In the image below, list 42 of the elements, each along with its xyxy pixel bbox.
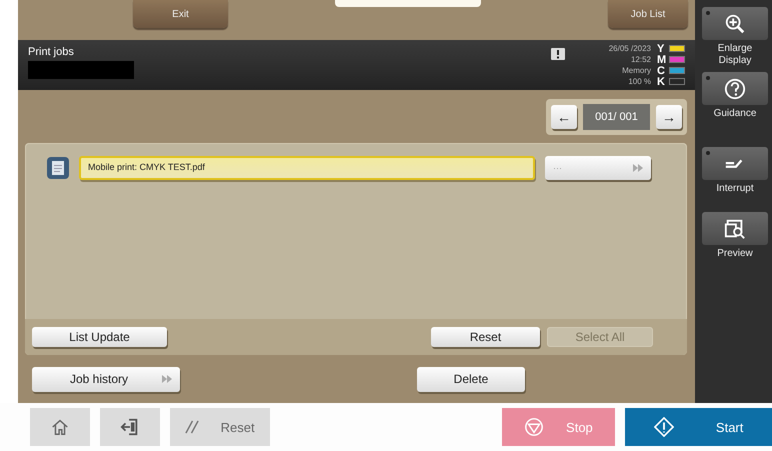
job-row[interactable]: Mobile print: CMYK TEST.pdf — [79, 156, 535, 180]
date-text: 26/05 /2023 — [608, 43, 651, 54]
screen-title: Print jobs — [28, 46, 75, 58]
top-button[interactable]: Exit — [133, 0, 228, 28]
time-text: 12:52 — [630, 54, 651, 65]
page-counter: 001/ 001 — [583, 104, 650, 130]
side-button[interactable] — [702, 147, 768, 180]
memory-label: Memory — [622, 65, 651, 76]
exit-door-icon — [120, 417, 140, 437]
warning-icon — [550, 48, 565, 60]
toner-letter: Y — [657, 42, 666, 54]
start-button[interactable]: Start — [625, 408, 772, 446]
toner-letter: K — [657, 76, 666, 88]
panel-button[interactable]: Reset — [431, 327, 540, 347]
previous-page-button[interactable]: ← — [551, 104, 577, 128]
side-button[interactable] — [702, 7, 768, 40]
preview-icon — [724, 218, 746, 240]
reset-button[interactable]: Reset — [170, 408, 270, 446]
side-button-label: Guidance — [712, 108, 758, 121]
forward-icon — [162, 375, 172, 383]
side-button[interactable] — [702, 72, 768, 105]
action-button[interactable]: Job history — [32, 366, 180, 392]
help-icon — [724, 78, 746, 100]
action-button[interactable]: Delete — [417, 366, 525, 392]
side-button-label: Interrupt — [715, 183, 755, 196]
top-button[interactable]: Job List — [608, 0, 688, 28]
toner-letter: C — [657, 64, 666, 76]
panel-button[interactable]: List Update — [32, 327, 167, 347]
stop-icon — [524, 417, 544, 437]
zoom-in-icon — [724, 12, 746, 34]
next-page-button[interactable]: → — [656, 104, 682, 128]
side-button-label: Preview — [716, 248, 754, 261]
toner-letter: M — [657, 54, 666, 66]
memory-value: 100 % — [628, 76, 651, 87]
slash-icon — [184, 420, 199, 434]
start-icon — [654, 417, 674, 437]
forward-icon — [633, 164, 643, 172]
logout-button[interactable] — [100, 408, 160, 446]
side-button-label: Enlarge Display — [716, 43, 754, 67]
home-button[interactable] — [30, 408, 90, 446]
house-icon — [50, 417, 70, 437]
side-button[interactable] — [702, 212, 768, 245]
